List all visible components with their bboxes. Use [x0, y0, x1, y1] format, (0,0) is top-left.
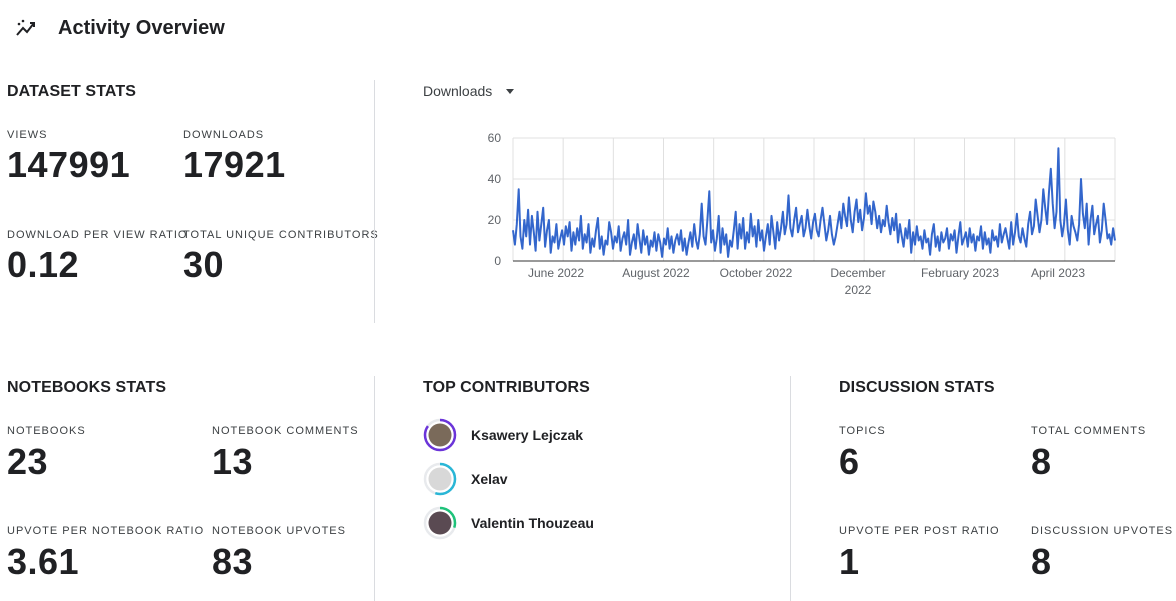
notebook-comments-value: 13: [212, 441, 254, 482]
page-title: Activity Overview: [58, 16, 225, 39]
unique-contributors-label: TOTAL UNIQUE CONTRIBUTORS: [183, 229, 379, 241]
discussion-upvotes-value: 8: [1031, 541, 1052, 582]
total-comments-label: TOTAL COMMENTS: [1031, 425, 1147, 437]
upvote-per-post-value: 1: [839, 541, 860, 582]
x-tick-label: December: [830, 266, 885, 280]
notebooks-value: 23: [7, 441, 49, 482]
download-per-view-value: 0.12: [7, 244, 80, 285]
notebook-upvotes-value: 83: [212, 541, 254, 582]
upvote-per-notebook-label: UPVOTE PER NOTEBOOK RATIO: [7, 525, 205, 537]
topics-value: 6: [839, 441, 860, 482]
download-per-view-label: DOWNLOAD PER VIEW RATIO: [7, 229, 188, 241]
metric-dropdown[interactable]: Downloads: [423, 80, 515, 102]
notebook-upvotes-label: NOTEBOOK UPVOTES: [212, 525, 346, 537]
y-tick-label: 20: [488, 213, 502, 227]
top-contributors-title: TOP CONTRIBUTORS: [423, 379, 590, 396]
contributor-name: Xelav: [471, 471, 508, 487]
notebooks-stats-title: NOTEBOOKS STATS: [7, 379, 167, 396]
contributor-item[interactable]: Xelav: [423, 462, 508, 496]
avatar-ring: [423, 418, 457, 452]
contributor-item[interactable]: Valentin Thouzeau: [423, 506, 594, 540]
dataset-stats-title: DATASET STATS: [7, 83, 136, 100]
contributor-name: Valentin Thouzeau: [471, 515, 594, 531]
downloads-label: DOWNLOADS: [183, 129, 265, 141]
y-tick-label: 40: [488, 172, 502, 186]
contributor-name: Ksawery Lejczak: [471, 427, 584, 443]
avatar: [423, 418, 457, 452]
divider: [374, 80, 375, 323]
avatar: [423, 506, 457, 540]
divider: [790, 376, 791, 601]
x-tick-label: April 2023: [1031, 266, 1085, 280]
notebook-comments-label: NOTEBOOK COMMENTS: [212, 425, 359, 437]
x-tick-label: February 2023: [921, 266, 999, 280]
views-value: 147991: [7, 144, 131, 185]
total-comments-value: 8: [1031, 441, 1052, 482]
upvote-per-post-label: UPVOTE PER POST RATIO: [839, 525, 1000, 537]
trending-icon: [16, 19, 35, 36]
avatar-image: [428, 423, 452, 447]
views-label: VIEWS: [7, 129, 48, 141]
caret-down-icon: [506, 88, 515, 94]
activity-header: Activity Overview: [14, 14, 225, 42]
x-tick-label: August 2022: [622, 266, 690, 280]
avatar-ring: [423, 506, 457, 540]
avatar-image: [428, 511, 452, 535]
downloads-value: 17921: [183, 144, 286, 185]
avatar-image: [428, 467, 452, 491]
notebooks-label: NOTEBOOKS: [7, 425, 86, 437]
avatar-ring: [423, 462, 457, 496]
upvote-per-notebook-value: 3.61: [7, 541, 80, 582]
downloads-line-chart: 0 20 40 60 June 2022 August 2022 October 2022 D…: [488, 131, 1116, 297]
x-tick-label: 2022: [845, 283, 872, 297]
x-tick-label: June 2022: [528, 266, 584, 280]
discussion-stats-title: DISCUSSION STATS: [839, 379, 995, 396]
discussion-upvotes-label: DISCUSSION UPVOTES: [1031, 525, 1174, 537]
divider: [374, 376, 375, 601]
unique-contributors-value: 30: [183, 244, 225, 285]
metric-dropdown-label: Downloads: [423, 83, 493, 99]
avatar: [423, 462, 457, 496]
y-tick-label: 60: [488, 131, 502, 145]
topics-label: TOPICS: [839, 425, 886, 437]
contributor-item[interactable]: Ksawery Lejczak: [423, 418, 583, 452]
y-tick-label: 0: [494, 254, 501, 268]
x-tick-label: October 2022: [720, 266, 793, 280]
